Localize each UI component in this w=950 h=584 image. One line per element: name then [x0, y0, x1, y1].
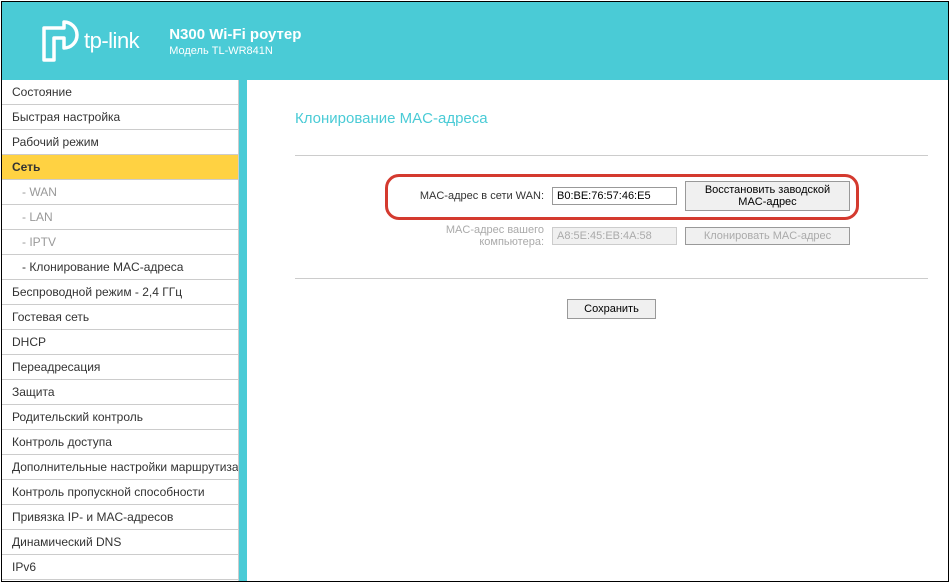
- product-title: N300 Wi-Fi роутер: [169, 26, 301, 43]
- sidebar-item-14[interactable]: Контроль доступа: [2, 430, 238, 455]
- tplink-logo-icon: [42, 20, 80, 62]
- product-model: Модель TL-WR841N: [169, 45, 301, 57]
- sidebar-item-10[interactable]: DHCP: [2, 330, 238, 355]
- sidebar-item-12[interactable]: Защита: [2, 380, 238, 405]
- sidebar-item-11[interactable]: Переадресация: [2, 355, 238, 380]
- header: tp-link N300 Wi-Fi роутер Модель TL-WR84…: [2, 2, 948, 80]
- divider: [295, 278, 928, 279]
- wan-mac-label: MAC-адрес в сети WAN:: [394, 190, 544, 202]
- save-button[interactable]: Сохранить: [567, 299, 656, 319]
- pc-mac-label: MAC-адрес вашего компьютера:: [394, 224, 544, 248]
- sidebar-item-18[interactable]: Динамический DNS: [2, 530, 238, 555]
- sidebar-item-7[interactable]: - Клонирование MAC-адреса: [2, 255, 238, 280]
- page-title: Клонирование MAC-адреса: [295, 110, 928, 127]
- sidebar-item-1[interactable]: Быстрая настройка: [2, 105, 238, 130]
- sidebar-item-13[interactable]: Родительский контроль: [2, 405, 238, 430]
- restore-factory-mac-button[interactable]: Восстановить заводской MAC-адрес: [685, 181, 850, 211]
- sidebar-item-8[interactable]: Беспроводной режим - 2,4 ГГц: [2, 280, 238, 305]
- pc-mac-row: MAC-адрес вашего компьютера: Клонировать…: [385, 220, 928, 248]
- brand-text: tp-link: [84, 28, 139, 54]
- sidebar-item-4[interactable]: - WAN: [2, 180, 238, 205]
- brand-logo: tp-link: [42, 20, 139, 62]
- wan-mac-input[interactable]: [552, 187, 677, 205]
- clone-mac-button: Клонировать MAC-адрес: [685, 227, 850, 245]
- highlight-annotation: MAC-адрес в сети WAN: Восстановить завод…: [385, 174, 859, 220]
- sidebar-item-0[interactable]: Состояние: [2, 80, 238, 105]
- divider: [295, 155, 928, 156]
- sidebar-item-9[interactable]: Гостевая сеть: [2, 305, 238, 330]
- sidebar-item-3[interactable]: Сеть: [2, 155, 238, 180]
- sidebar-item-20[interactable]: Системные инструменты: [2, 580, 238, 581]
- header-info: N300 Wi-Fi роутер Модель TL-WR841N: [169, 26, 301, 57]
- wan-mac-row: MAC-адрес в сети WAN: Восстановить завод…: [394, 181, 850, 211]
- sidebar-item-16[interactable]: Контроль пропускной способности: [2, 480, 238, 505]
- sidebar-item-19[interactable]: IPv6: [2, 555, 238, 580]
- content-separator: [239, 80, 247, 581]
- sidebar-item-6[interactable]: - IPTV: [2, 230, 238, 255]
- sidebar-item-5[interactable]: - LAN: [2, 205, 238, 230]
- sidebar-item-15[interactable]: Дополнительные настройки маршрутизации: [2, 455, 238, 480]
- main-content: Клонирование MAC-адреса MAC-адрес в сети…: [247, 80, 948, 581]
- sidebar-item-17[interactable]: Привязка IP- и MAC-адресов: [2, 505, 238, 530]
- sidebar-nav: СостояниеБыстрая настройкаРабочий режимС…: [2, 80, 239, 581]
- sidebar-item-2[interactable]: Рабочий режим: [2, 130, 238, 155]
- pc-mac-input: [552, 227, 677, 245]
